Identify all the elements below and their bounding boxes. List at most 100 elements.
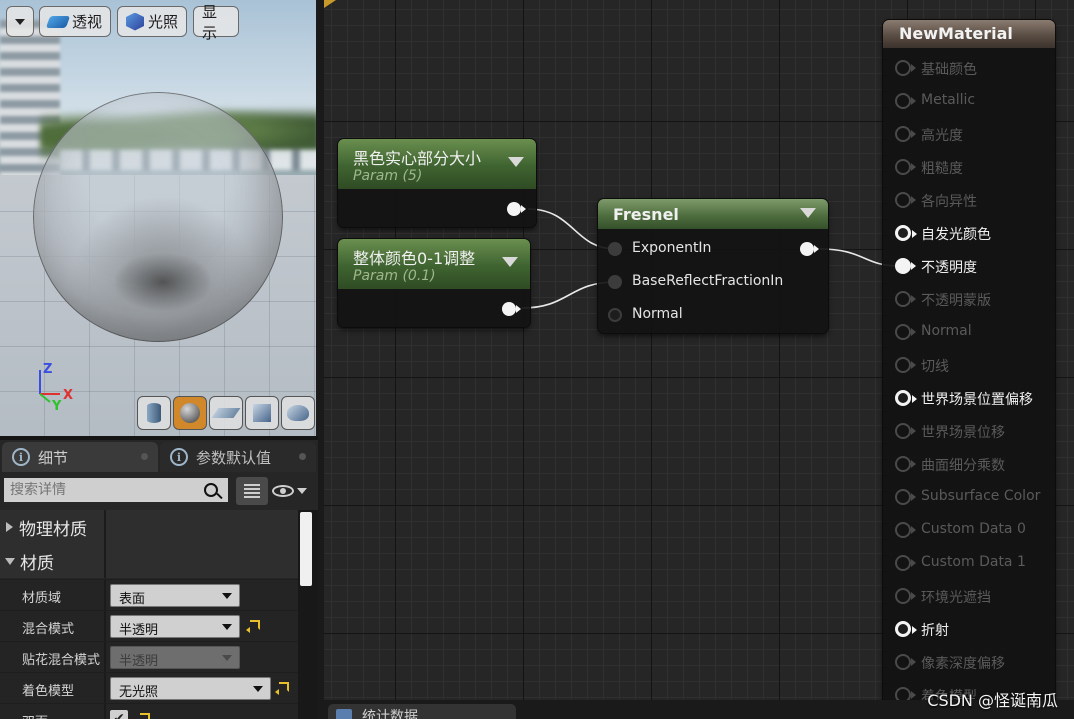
plane-icon bbox=[211, 408, 241, 418]
perspective-button[interactable]: 透视 bbox=[39, 6, 111, 37]
category-label: 物理材质 bbox=[19, 519, 87, 540]
material-input-label: 粗糙度 bbox=[921, 161, 963, 177]
z-axis-label: Z bbox=[43, 362, 52, 377]
column-divider[interactable] bbox=[104, 580, 106, 611]
column-divider[interactable] bbox=[104, 642, 106, 673]
expand-arrow-icon bbox=[6, 522, 13, 532]
material-input-label: Custom Data 1 bbox=[921, 554, 1026, 570]
lighting-button[interactable]: 光照 bbox=[117, 6, 187, 37]
output-pin[interactable] bbox=[502, 302, 521, 316]
two-sided-checkbox[interactable]: ✔ bbox=[110, 710, 128, 719]
column-divider[interactable] bbox=[104, 611, 106, 642]
search-icon[interactable] bbox=[204, 483, 218, 497]
scroll-thumb[interactable] bbox=[300, 512, 312, 586]
shading-model-dropdown[interactable]: 无光照 bbox=[110, 677, 271, 700]
output-pin[interactable] bbox=[507, 202, 526, 216]
grid-view-button[interactable] bbox=[236, 477, 268, 505]
tab-details[interactable]: i 细节 bbox=[2, 442, 158, 472]
material-input-label: 折射 bbox=[921, 623, 949, 639]
material-input-pin[interactable] bbox=[895, 588, 916, 604]
stats-tab-label: 统计数据 bbox=[362, 709, 418, 719]
column-divider[interactable] bbox=[104, 673, 106, 704]
reset-to-default-icon[interactable] bbox=[140, 713, 150, 719]
column-divider[interactable] bbox=[104, 544, 106, 578]
node-title: NewMaterial bbox=[899, 24, 1013, 43]
cylinder-icon bbox=[147, 403, 161, 423]
details-tabs: i 细节 i 参数默认值 bbox=[0, 442, 318, 472]
category-physical-material[interactable]: 物理材质 bbox=[0, 510, 298, 544]
tab-parameter-defaults[interactable]: i 参数默认值 bbox=[160, 442, 316, 472]
material-input-pin[interactable] bbox=[895, 60, 916, 76]
close-icon[interactable] bbox=[299, 453, 306, 460]
reset-to-default-icon[interactable] bbox=[246, 620, 260, 633]
collapse-icon[interactable] bbox=[800, 208, 816, 218]
material-input-pin[interactable] bbox=[895, 489, 916, 505]
param-node-black-size[interactable]: 黑色实心部分大小 Param (5) bbox=[338, 139, 536, 227]
material-input-pin[interactable] bbox=[895, 621, 917, 637]
visibility-options-button[interactable] bbox=[272, 480, 314, 502]
property-label: 着色模型 bbox=[22, 684, 75, 699]
collapse-icon[interactable] bbox=[502, 257, 518, 267]
fresnel-node[interactable]: Fresnel ExponentIn BaseReflectFractionIn… bbox=[598, 199, 828, 333]
preview-shape-bar bbox=[137, 396, 315, 432]
material-input-pin[interactable] bbox=[895, 654, 916, 670]
viewport-menu-button[interactable] bbox=[6, 6, 34, 37]
stats-icon bbox=[336, 709, 352, 719]
material-input-label: Custom Data 0 bbox=[921, 521, 1026, 537]
material-input-pin[interactable] bbox=[895, 423, 916, 439]
preview-cube-button[interactable] bbox=[245, 396, 279, 430]
material-input-pin[interactable] bbox=[895, 258, 916, 274]
input-pin-normal[interactable] bbox=[608, 308, 622, 322]
input-pin-exponent[interactable] bbox=[608, 242, 622, 256]
preview-sphere-button[interactable] bbox=[173, 396, 207, 430]
material-input-pin[interactable] bbox=[895, 159, 916, 175]
teapot-icon bbox=[287, 405, 309, 421]
search-input[interactable] bbox=[4, 478, 228, 502]
material-input-pin[interactable] bbox=[895, 126, 916, 142]
material-input-label: 不透明蒙版 bbox=[921, 293, 991, 309]
blend-mode-dropdown[interactable]: 半透明 bbox=[110, 615, 240, 638]
details-panel: i 细节 i 参数默认值 物理材质 材 bbox=[0, 436, 318, 719]
material-domain-dropdown[interactable]: 表面 bbox=[110, 584, 240, 607]
tab-stats[interactable]: 统计数据 bbox=[328, 704, 516, 719]
material-graph[interactable]: 黑色实心部分大小 Param (5) 整体颜色0-1调整 Param (0.1)… bbox=[318, 0, 1074, 700]
show-button[interactable]: 显示 bbox=[193, 3, 239, 42]
category-material[interactable]: 材质 bbox=[0, 544, 298, 578]
output-pin[interactable] bbox=[800, 242, 819, 256]
column-divider[interactable] bbox=[104, 510, 106, 544]
chevron-down-icon bbox=[15, 18, 25, 25]
property-label: 混合模式 bbox=[22, 622, 75, 637]
preview-plane-button[interactable] bbox=[209, 396, 243, 430]
material-input-pin[interactable] bbox=[895, 357, 916, 373]
material-result-node[interactable]: NewMaterial 基础颜色 Metallic 高光度 粗糙度 各向异性 自发光颜色不… bbox=[883, 20, 1055, 700]
material-input-pin[interactable] bbox=[895, 291, 916, 307]
collapse-icon[interactable] bbox=[508, 157, 524, 167]
material-input-pin[interactable] bbox=[895, 522, 916, 538]
y-axis-line bbox=[39, 393, 51, 403]
decal-blend-mode-dropdown: 半透明 bbox=[110, 646, 240, 669]
material-input-label: 环境光遮挡 bbox=[921, 590, 991, 606]
category-label: 材质 bbox=[20, 553, 54, 574]
material-input-label: Normal bbox=[921, 323, 972, 339]
tab-params-label: 参数默认值 bbox=[196, 448, 272, 467]
material-input-pin[interactable] bbox=[895, 93, 916, 109]
input-pin-base-reflect[interactable] bbox=[608, 275, 622, 289]
column-divider[interactable] bbox=[104, 704, 106, 719]
material-input-pin[interactable] bbox=[895, 225, 917, 241]
material-input-pin[interactable] bbox=[895, 324, 916, 340]
details-scrollbar[interactable] bbox=[298, 510, 318, 719]
material-input-pin[interactable] bbox=[895, 456, 916, 472]
param-node-overall-color[interactable]: 整体颜色0-1调整 Param (0.1) bbox=[338, 239, 530, 327]
chevron-down-icon bbox=[222, 624, 232, 630]
close-icon[interactable] bbox=[141, 453, 148, 460]
preview-teapot-button[interactable] bbox=[281, 396, 315, 430]
material-input-pin[interactable] bbox=[895, 687, 916, 700]
material-input-pin[interactable] bbox=[895, 390, 917, 406]
preview-viewport[interactable]: 透视 光照 显示 Z X Y bbox=[0, 0, 316, 436]
material-input-pin[interactable] bbox=[895, 555, 916, 571]
chevron-down-icon bbox=[222, 593, 232, 599]
preview-cylinder-button[interactable] bbox=[137, 396, 171, 430]
material-input-pin[interactable] bbox=[895, 192, 916, 208]
chevron-down-icon bbox=[222, 655, 232, 661]
reset-to-default-icon[interactable] bbox=[275, 682, 289, 695]
